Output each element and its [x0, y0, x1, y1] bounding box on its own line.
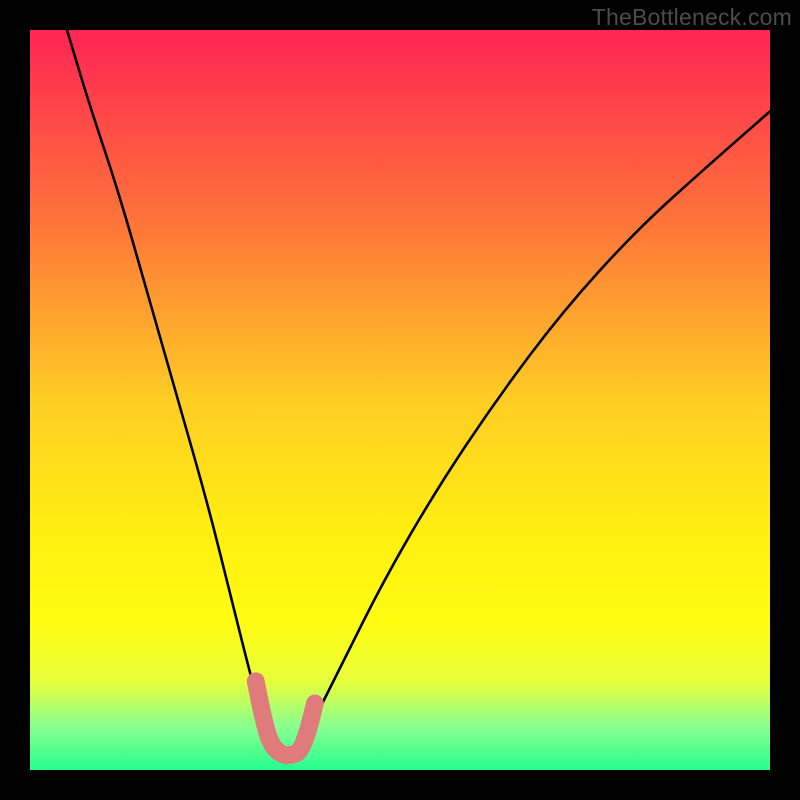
bottleneck-marker-band — [256, 681, 315, 755]
plot-area — [30, 30, 770, 770]
chart-stage: TheBottleneck.com — [0, 0, 800, 800]
chart-curves — [30, 30, 770, 770]
bottleneck-curve — [67, 30, 770, 752]
watermark-text: TheBottleneck.com — [592, 4, 792, 31]
